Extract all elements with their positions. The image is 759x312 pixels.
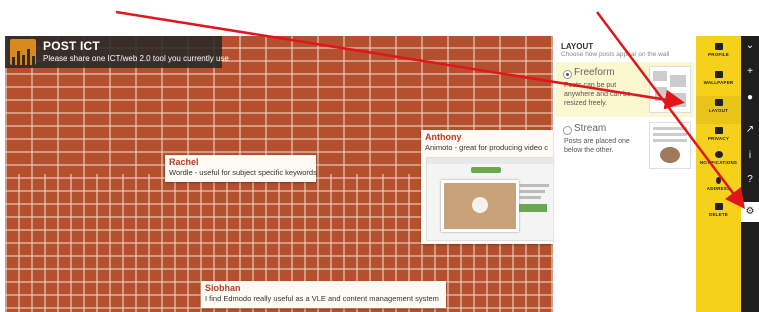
screenshot-line [519,196,541,199]
wall-title: POST ICT [43,39,100,53]
sidebar-item-wallpaper[interactable]: WALLPAPER [696,68,741,96]
eye-icon [714,151,723,158]
layout-option-desc: Posts can be put anywhere and can be res… [564,82,631,107]
screenshot-line [519,184,549,187]
freeform-preview-thumbnail [649,66,691,113]
layout-option-desc: Posts are placed one below the other. [564,138,630,154]
wall-icon [10,39,36,65]
gear-icon[interactable]: ⚙ [741,202,759,222]
post-body: I find Edmodo really useful as a VLE and… [205,294,439,303]
wallpaper-icon [714,71,723,78]
radio-button[interactable] [563,70,572,79]
plus-icon[interactable]: + [741,62,759,82]
layout-icon [714,99,723,106]
action-rail: ⌄ + ● ↗ i ? ⚙ [741,36,759,312]
sidebar-item-label: PROFILE [708,52,729,57]
sidebar-item-label: WALLPAPER [703,80,734,85]
sidebar-item-label: DELETE [709,212,728,217]
post-card[interactable]: Rachel Wordle - useful for subject speci… [165,155,317,182]
help-icon[interactable]: ? [741,170,759,190]
key-icon [716,177,721,184]
sidebar-item-delete[interactable]: DELETE [696,200,741,228]
post-body: Animoto - great for producing video c [425,143,548,152]
profile-icon [714,43,723,50]
info-icon[interactable]: i [741,146,759,166]
share-icon[interactable]: ↗ [741,120,759,140]
layout-panel-title: LAYOUT [561,42,594,51]
post-attachment-screenshot[interactable] [426,157,553,241]
stream-preview-thumbnail [649,122,691,169]
radio-button[interactable] [563,126,572,135]
screenshot-topbar [427,158,553,164]
layout-option-freeform[interactable]: Freeform Posts can be put anywhere and c… [556,62,694,117]
sidebar-item-notifications[interactable]: NOTIFICATIONS [696,148,741,176]
wall-subtitle: Please share one ICT/web 2.0 tool you cu… [43,54,229,63]
sidebar-item-profile[interactable]: PROFILE [696,40,741,68]
sidebar-item-label: NOTIFICATIONS [699,160,738,165]
post-card[interactable]: Siobhan I find Edmodo really useful as a… [201,281,446,308]
layout-option-stream[interactable]: Stream Posts are placed one below the ot… [556,118,694,173]
user-icon[interactable]: ● [741,88,759,108]
sidebar-item-address[interactable]: ADDRESS [696,174,741,202]
post-author: Anthony [425,132,462,142]
screenshot-line [519,190,545,193]
layout-option-name: Stream [574,123,607,134]
lock-icon [714,127,723,134]
layout-panel-subtitle: Choose how posts appear on the wall [561,51,670,58]
trash-icon [714,203,723,210]
post-body: Wordle - useful for subject specific key… [169,168,317,177]
play-icon [472,197,488,213]
sidebar-item-label: ADDRESS [706,186,731,191]
sidebar-item-label: LAYOUT [708,108,729,113]
layout-panel: LAYOUT Choose how posts appear on the wa… [553,36,696,312]
post-card[interactable]: Anthony Animoto - great for producing vi… [421,130,553,244]
screenshot-video-frame [441,180,519,232]
chevron-down-icon[interactable]: ⌄ [741,36,759,56]
sidebar-item-label: PRIVACY [707,136,730,141]
screenshot-logo [471,167,501,173]
layout-option-name: Freeform [574,67,615,78]
post-author: Rachel [169,157,199,167]
sidebar-item-layout[interactable]: LAYOUT [696,96,741,124]
post-author: Siobhan [205,283,241,293]
screenshot-button [519,204,547,212]
wall-header[interactable]: POST ICT Please share one ICT/web 2.0 to… [5,36,229,68]
settings-sidebar: PROFILE WALLPAPER LAYOUT PRIVACY NOTIFIC… [696,36,741,312]
